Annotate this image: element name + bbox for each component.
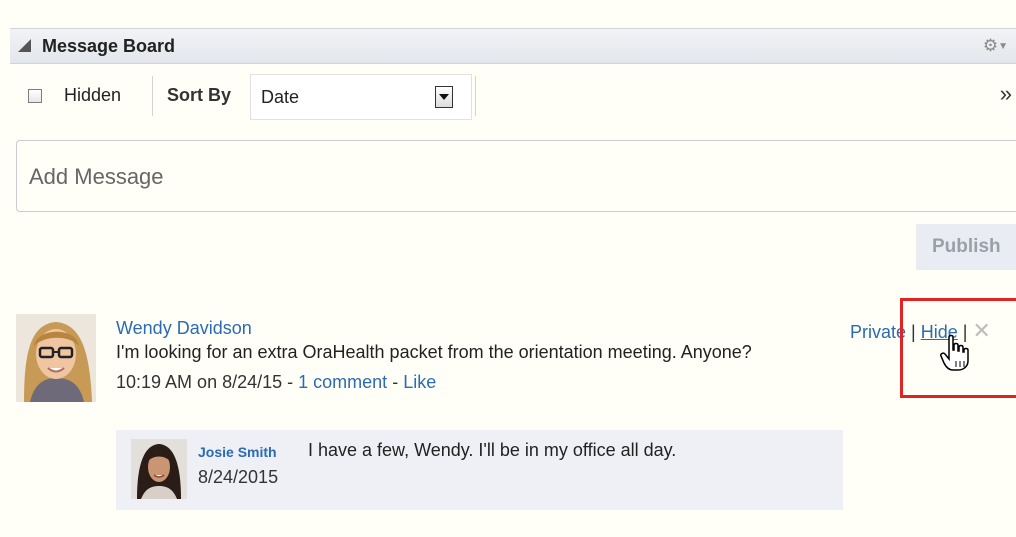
message-meta: 10:19 AM on 8/24/15 - 1 comment - Like — [116, 372, 436, 393]
toolbar: Hidden Sort By Date » — [10, 64, 1016, 124]
meta-separator: - — [282, 372, 299, 392]
panel-title: Message Board — [42, 36, 176, 56]
message-board-header: Message Board ⚙▼ — [10, 28, 1016, 64]
comment-date: 8/24/2015 — [198, 467, 279, 487]
comment-text: I have a few, Wendy. I'll be in my offic… — [308, 440, 677, 460]
sort-by-value: Date — [261, 87, 300, 107]
private-link[interactable]: Private — [850, 322, 906, 342]
message-timestamp: 10:19 AM on 8/24/15 — [116, 372, 283, 392]
sort-by-select[interactable]: Date — [250, 74, 472, 120]
collapse-triangle-icon[interactable] — [18, 39, 31, 52]
toolbar-divider — [152, 76, 153, 116]
sort-by-label: Sort By — [167, 85, 232, 105]
hidden-checkbox[interactable] — [28, 89, 42, 103]
hidden-label: Hidden — [64, 85, 122, 105]
dropdown-arrow-icon[interactable] — [435, 86, 453, 108]
comment-item: Josie Smith I have a few, Wendy. I'll be… — [116, 430, 843, 510]
like-link[interactable]: Like — [403, 372, 436, 392]
comment-author-link[interactable]: Josie Smith — [198, 444, 277, 460]
avatar[interactable] — [16, 314, 96, 402]
add-message-field[interactable] — [16, 140, 1016, 212]
message-text: I'm looking for an extra OraHealth packe… — [116, 342, 752, 362]
toolbar-divider — [475, 76, 476, 116]
publish-button[interactable]: Publish — [916, 224, 1016, 270]
avatar[interactable] — [131, 439, 187, 499]
overflow-chevron-icon[interactable]: » — [1000, 81, 1012, 107]
comment-count-link[interactable]: 1 comment — [298, 372, 387, 392]
gear-menu-icon[interactable]: ⚙▼ — [983, 36, 1008, 56]
hand-cursor-icon — [940, 334, 970, 377]
add-message-input[interactable] — [27, 163, 931, 191]
meta-separator: - — [387, 372, 404, 392]
message-author-link[interactable]: Wendy Davidson — [116, 318, 252, 339]
